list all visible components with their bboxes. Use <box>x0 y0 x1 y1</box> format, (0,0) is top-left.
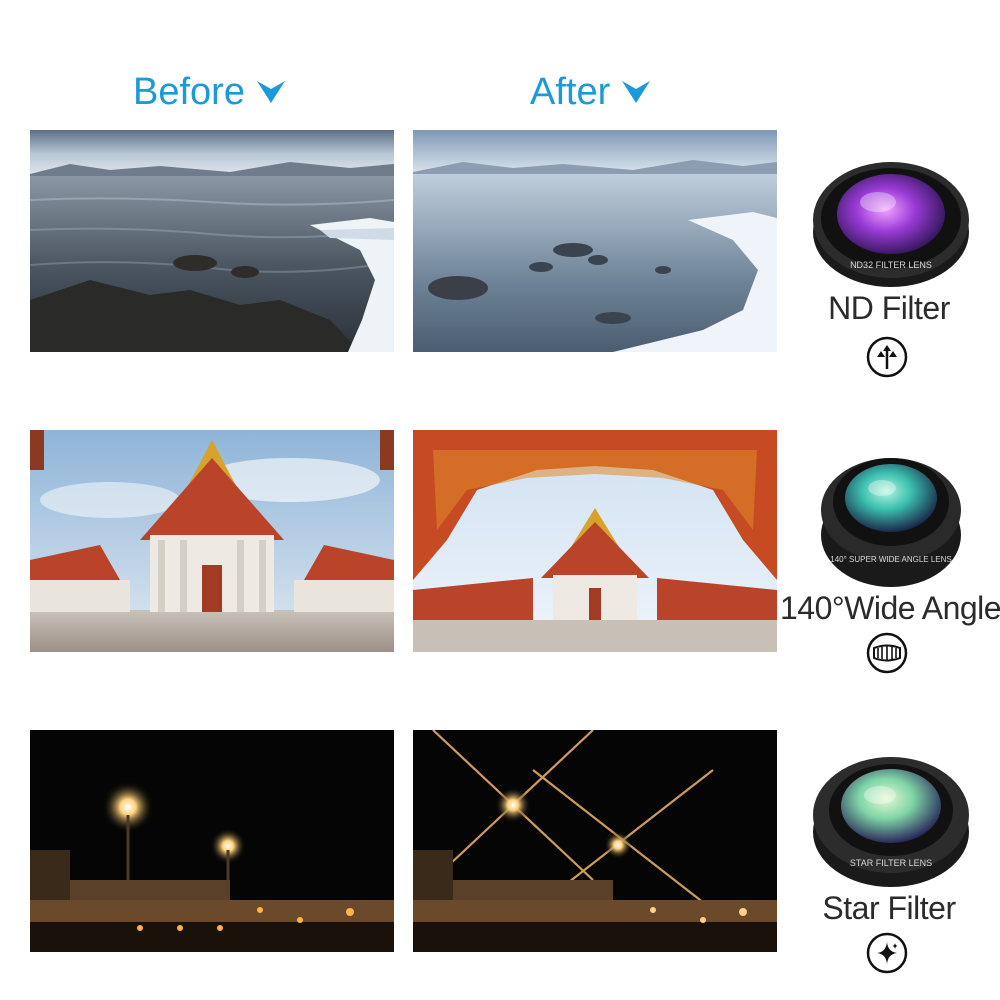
wide-angle-label: 140°Wide Angle <box>780 590 1000 626</box>
before-photo-temple <box>30 430 394 652</box>
before-photo-lake <box>30 130 394 352</box>
after-photo-lake <box>413 130 777 352</box>
chevron-down-icon <box>622 81 651 103</box>
after-photo-night <box>413 730 777 952</box>
chevron-down-icon <box>256 81 285 103</box>
before-label: Before <box>133 70 245 113</box>
after-photo-temple <box>413 430 777 652</box>
before-photo-night <box>30 730 394 952</box>
nd-filter-lens-image: ND32 FILTER LENS <box>806 140 976 290</box>
lens-text: ND32 FILTER LENS <box>850 260 932 270</box>
nd-filter-label: ND Filter <box>828 290 950 326</box>
star-filter-lens-image: STAR FILTER LENS <box>806 740 976 890</box>
wide-angle-lens-image: 140° SUPER WIDE ANGLE LENS <box>806 440 976 590</box>
star-filter-icon <box>866 932 908 974</box>
lens-text: 140° SUPER WIDE ANGLE LENS <box>830 555 951 564</box>
star-filter-label: Star Filter <box>822 890 956 926</box>
nd-filter-icon <box>866 336 908 378</box>
after-label: After <box>530 70 611 113</box>
before-header: Before <box>133 68 285 116</box>
after-header: After <box>530 68 651 116</box>
wide-angle-icon <box>866 632 908 674</box>
lens-text: STAR FILTER LENS <box>850 858 932 868</box>
